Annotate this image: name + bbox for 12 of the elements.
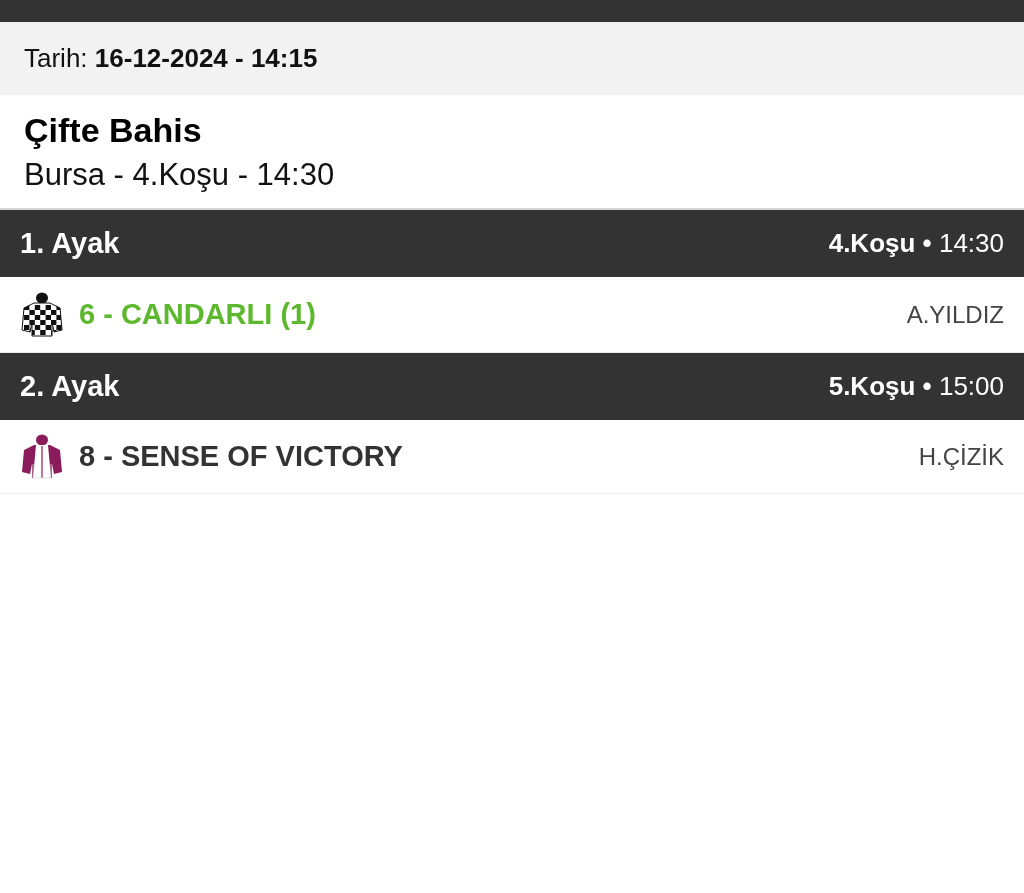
leg-title: 1. Ayak [20, 225, 120, 261]
horse-name: 6 - CANDARLI (1) [79, 296, 316, 332]
leg-title: 2. Ayak [20, 368, 120, 404]
race-info: 5.Koşu • 15:00 [828, 370, 1004, 403]
bet-title: Çifte Bahis [24, 109, 202, 150]
horse-name: 8 - SENSE OF VICTORY [79, 438, 403, 474]
race-info: 4.Koşu • 14:30 [828, 227, 1004, 260]
date-text: Tarih: 16-12-2024 - 14:15 [24, 42, 318, 75]
jockey-name: H.ÇİZİK [918, 441, 1004, 472]
runner-row[interactable]: 8 - SENSE OF VICTORY H.ÇİZİK [0, 420, 1024, 494]
bet-subtitle: Bursa - 4.Koşu - 14:30 [24, 155, 335, 194]
jockey-name: A.YILDIZ [906, 299, 1004, 330]
